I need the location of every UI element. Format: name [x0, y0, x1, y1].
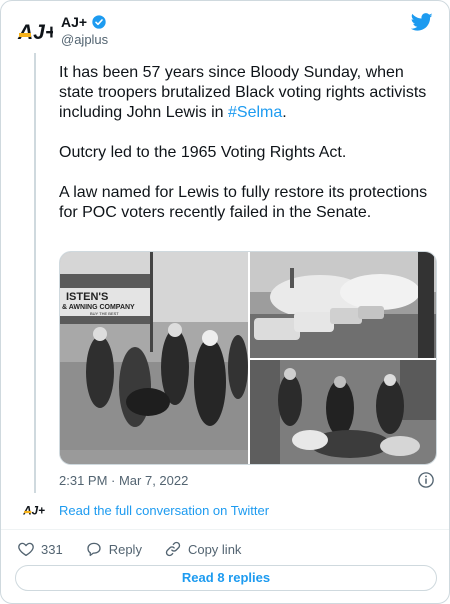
like-count: 331: [41, 541, 63, 557]
conversation-row[interactable]: AJ+ Read the full conversation on Twitte…: [23, 501, 269, 519]
media-photo-1[interactable]: ISTEN'S & AWNING COMPANY BUY THE BEST: [60, 252, 248, 464]
copy-link-label: Copy link: [187, 541, 242, 557]
media-photo-2[interactable]: [250, 252, 436, 358]
tweet-media-grid: ISTEN'S & AWNING COMPANY BUY THE BEST: [59, 251, 437, 465]
tweet-paragraph-2: Outcry led to the 1965 Voting Rights Act…: [59, 144, 347, 161]
tweet-actions: 331 Reply Copy link: [17, 540, 263, 558]
reply-button[interactable]: Reply: [85, 540, 142, 558]
copy-link-button[interactable]: Copy link: [164, 540, 241, 558]
reply-label: Reply: [108, 541, 142, 557]
media-photo-3[interactable]: [250, 360, 436, 464]
twitter-bird-icon[interactable]: [411, 11, 433, 33]
divider: [1, 529, 449, 530]
tweet-timestamp[interactable]: 2:31 PM · Mar 7, 2022: [59, 473, 188, 488]
svg-text:BUY THE BEST: BUY THE BEST: [90, 311, 119, 316]
read-replies-button[interactable]: Read 8 replies: [15, 565, 437, 591]
svg-text:ISTEN'S: ISTEN'S: [66, 291, 108, 303]
link-icon: [165, 541, 181, 557]
hashtag-link[interactable]: #Selma: [228, 104, 282, 121]
svg-text:& AWNING COMPANY: & AWNING COMPANY: [62, 304, 135, 311]
embedded-tweet-card: AJ+ AJ+ @ajplus It has been 57 years sin…: [0, 0, 450, 604]
author-name[interactable]: AJ+: [61, 14, 87, 30]
verified-badge-icon: [92, 15, 106, 29]
author-name-row[interactable]: AJ+: [61, 14, 107, 30]
reply-bubble-icon: [87, 542, 101, 557]
aj-plus-small-logo: AJ+: [23, 505, 45, 518]
thread-line: [34, 53, 36, 493]
tweet-paragraph-3: A law named for Lewis to fully restore i…: [59, 184, 428, 221]
heart-icon: [18, 542, 34, 557]
aj-plus-avatar[interactable]: AJ+: [17, 13, 53, 49]
like-button[interactable]: 331: [17, 540, 63, 558]
tweet-text: It has been 57 years since Bloody Sunday…: [59, 63, 437, 243]
read-conversation-link[interactable]: Read the full conversation on Twitter: [59, 503, 269, 518]
info-icon[interactable]: [417, 471, 435, 489]
author-handle[interactable]: @ajplus: [61, 32, 108, 47]
tweet-paragraph-1: It has been 57 years since Bloody Sunday…: [59, 64, 427, 121]
svg-text:AJ+: AJ+: [17, 21, 53, 44]
